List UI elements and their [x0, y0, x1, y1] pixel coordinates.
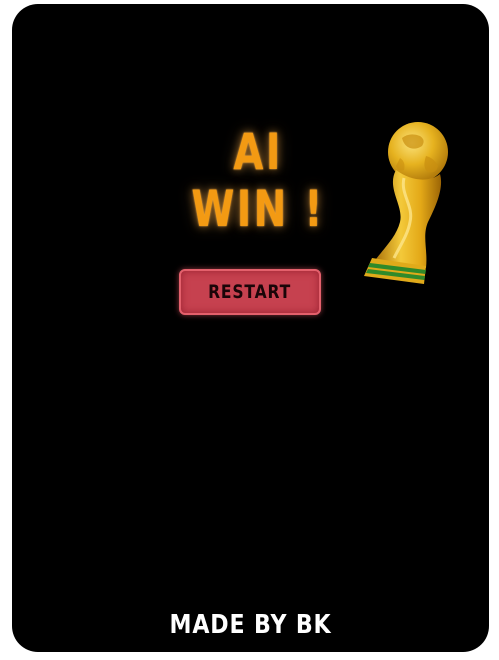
result-line-2: WIN ! — [191, 180, 325, 238]
credit-text: MADE BY BK — [169, 610, 332, 640]
restart-button-label: RESTART — [208, 281, 292, 303]
world-cup-trophy-icon — [364, 122, 448, 284]
game-screen: AI WIN ! RESTART MADE BY BK — [12, 4, 489, 652]
restart-button[interactable]: RESTART — [179, 269, 321, 315]
game-result-title: AI WIN ! — [189, 124, 326, 238]
result-line-1: AI — [233, 123, 283, 181]
